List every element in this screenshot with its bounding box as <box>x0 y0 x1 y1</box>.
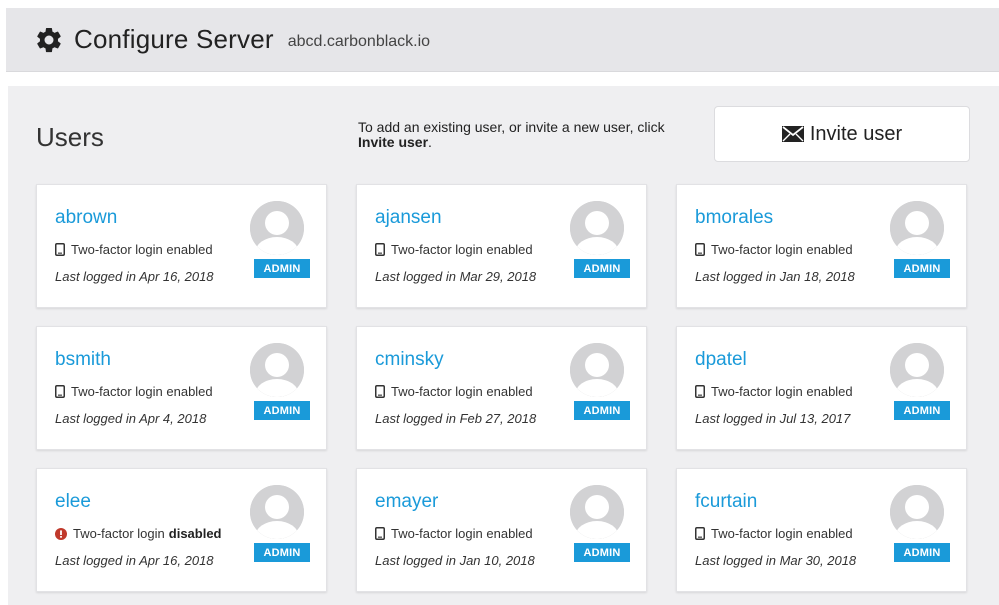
server-hostname: abcd.carbonblack.io <box>287 32 431 50</box>
page-title: Configure Server <box>74 24 274 54</box>
user-card-abrown[interactable]: abrown Two-factor login enabled Last log… <box>36 184 327 308</box>
two-factor-status: Two-factor login enabled <box>55 384 213 399</box>
user-name-link[interactable]: abrown <box>55 207 117 229</box>
two-factor-status: Two-factor login enabled <box>375 384 533 399</box>
user-card-bmorales[interactable]: bmorales Two-factor login enabled Last l… <box>676 184 967 308</box>
user-name-link[interactable]: dpatel <box>695 349 747 371</box>
two-factor-status: Two-factor login enabled <box>695 242 853 257</box>
invite-help-text: To add an existing user, or invite a new… <box>358 120 688 150</box>
last-login-text: Last logged in Mar 29, 2018 <box>375 269 537 284</box>
user-name-link[interactable]: emayer <box>375 491 438 513</box>
avatar <box>250 343 304 397</box>
phone-icon <box>695 527 705 540</box>
two-factor-status: Two-factor login enabled <box>375 526 533 541</box>
user-card-dpatel[interactable]: dpatel Two-factor login enabled Last log… <box>676 326 967 450</box>
last-login-text: Last logged in Apr 4, 2018 <box>55 411 207 426</box>
help-bold: Invite user <box>358 134 429 150</box>
phone-icon <box>695 243 705 256</box>
two-factor-label: Two-factor login enabled <box>711 384 853 399</box>
two-factor-disabled-label: disabled <box>168 526 222 541</box>
avatar <box>890 485 944 539</box>
two-factor-status: Two-factor login disabled <box>55 526 222 541</box>
phone-icon <box>375 527 385 540</box>
role-badge: ADMIN <box>574 543 630 562</box>
role-badge: ADMIN <box>254 543 310 562</box>
user-name-link[interactable]: bsmith <box>55 349 111 371</box>
gear-icon <box>34 25 64 55</box>
last-login-text: Last logged in Apr 16, 2018 <box>55 553 214 568</box>
users-panel: Users To add an existing user, or invite… <box>8 86 999 605</box>
invite-user-button[interactable]: Invite user <box>714 106 970 162</box>
two-factor-label: Two-factor login <box>73 526 165 541</box>
two-factor-label: Two-factor login enabled <box>711 526 853 541</box>
user-name-link[interactable]: cminsky <box>375 349 444 371</box>
phone-icon <box>55 385 65 398</box>
two-factor-label: Two-factor login enabled <box>71 384 213 399</box>
help-suffix: . <box>428 134 432 150</box>
last-login-text: Last logged in Feb 27, 2018 <box>375 411 537 426</box>
two-factor-label: Two-factor login enabled <box>391 526 533 541</box>
user-card-fcurtain[interactable]: fcurtain Two-factor login enabled Last l… <box>676 468 967 592</box>
user-name-link[interactable]: ajansen <box>375 207 442 229</box>
user-name-link[interactable]: elee <box>55 491 91 513</box>
users-heading: Users <box>36 122 104 152</box>
last-login-text: Last logged in Jan 10, 2018 <box>375 553 535 568</box>
last-login-text: Last logged in Apr 16, 2018 <box>55 269 214 284</box>
last-login-text: Last logged in Jul 13, 2017 <box>695 411 851 426</box>
two-factor-label: Two-factor login enabled <box>391 242 533 257</box>
avatar <box>570 343 624 397</box>
role-badge: ADMIN <box>894 543 950 562</box>
user-name-link[interactable]: bmorales <box>695 207 773 229</box>
phone-icon <box>55 243 65 256</box>
envelope-icon <box>781 126 804 142</box>
user-card-emayer[interactable]: emayer Two-factor login enabled Last log… <box>356 468 647 592</box>
invite-user-label: Invite user <box>809 122 903 145</box>
two-factor-label: Two-factor login enabled <box>71 242 213 257</box>
role-badge: ADMIN <box>894 259 950 278</box>
avatar <box>250 485 304 539</box>
two-factor-label: Two-factor login enabled <box>711 242 853 257</box>
avatar <box>890 201 944 255</box>
user-name-link[interactable]: fcurtain <box>695 491 757 513</box>
avatar <box>570 485 624 539</box>
user-card-elee[interactable]: elee Two-factor login disabled Last logg… <box>36 468 327 592</box>
last-login-text: Last logged in Jan 18, 2018 <box>695 269 855 284</box>
phone-icon <box>375 243 385 256</box>
two-factor-status: Two-factor login enabled <box>695 384 853 399</box>
avatar <box>570 201 624 255</box>
user-card-bsmith[interactable]: bsmith Two-factor login enabled Last log… <box>36 326 327 450</box>
role-badge: ADMIN <box>254 401 310 420</box>
role-badge: ADMIN <box>254 259 310 278</box>
user-card-ajansen[interactable]: ajansen Two-factor login enabled Last lo… <box>356 184 647 308</box>
page-header: Configure Server abcd.carbonblack.io <box>6 8 999 72</box>
avatar <box>890 343 944 397</box>
avatar <box>250 201 304 255</box>
last-login-text: Last logged in Mar 30, 2018 <box>695 553 857 568</box>
user-card-cminsky[interactable]: cminsky Two-factor login enabled Last lo… <box>356 326 647 450</box>
alert-icon <box>55 527 67 540</box>
phone-icon <box>375 385 385 398</box>
phone-icon <box>695 385 705 398</box>
role-badge: ADMIN <box>574 401 630 420</box>
two-factor-status: Two-factor login enabled <box>375 242 533 257</box>
role-badge: ADMIN <box>894 401 950 420</box>
two-factor-status: Two-factor login enabled <box>695 526 853 541</box>
two-factor-status: Two-factor login enabled <box>55 242 213 257</box>
two-factor-label: Two-factor login enabled <box>391 384 533 399</box>
help-prefix: To add an existing user, or invite a new… <box>358 119 665 135</box>
role-badge: ADMIN <box>574 259 630 278</box>
